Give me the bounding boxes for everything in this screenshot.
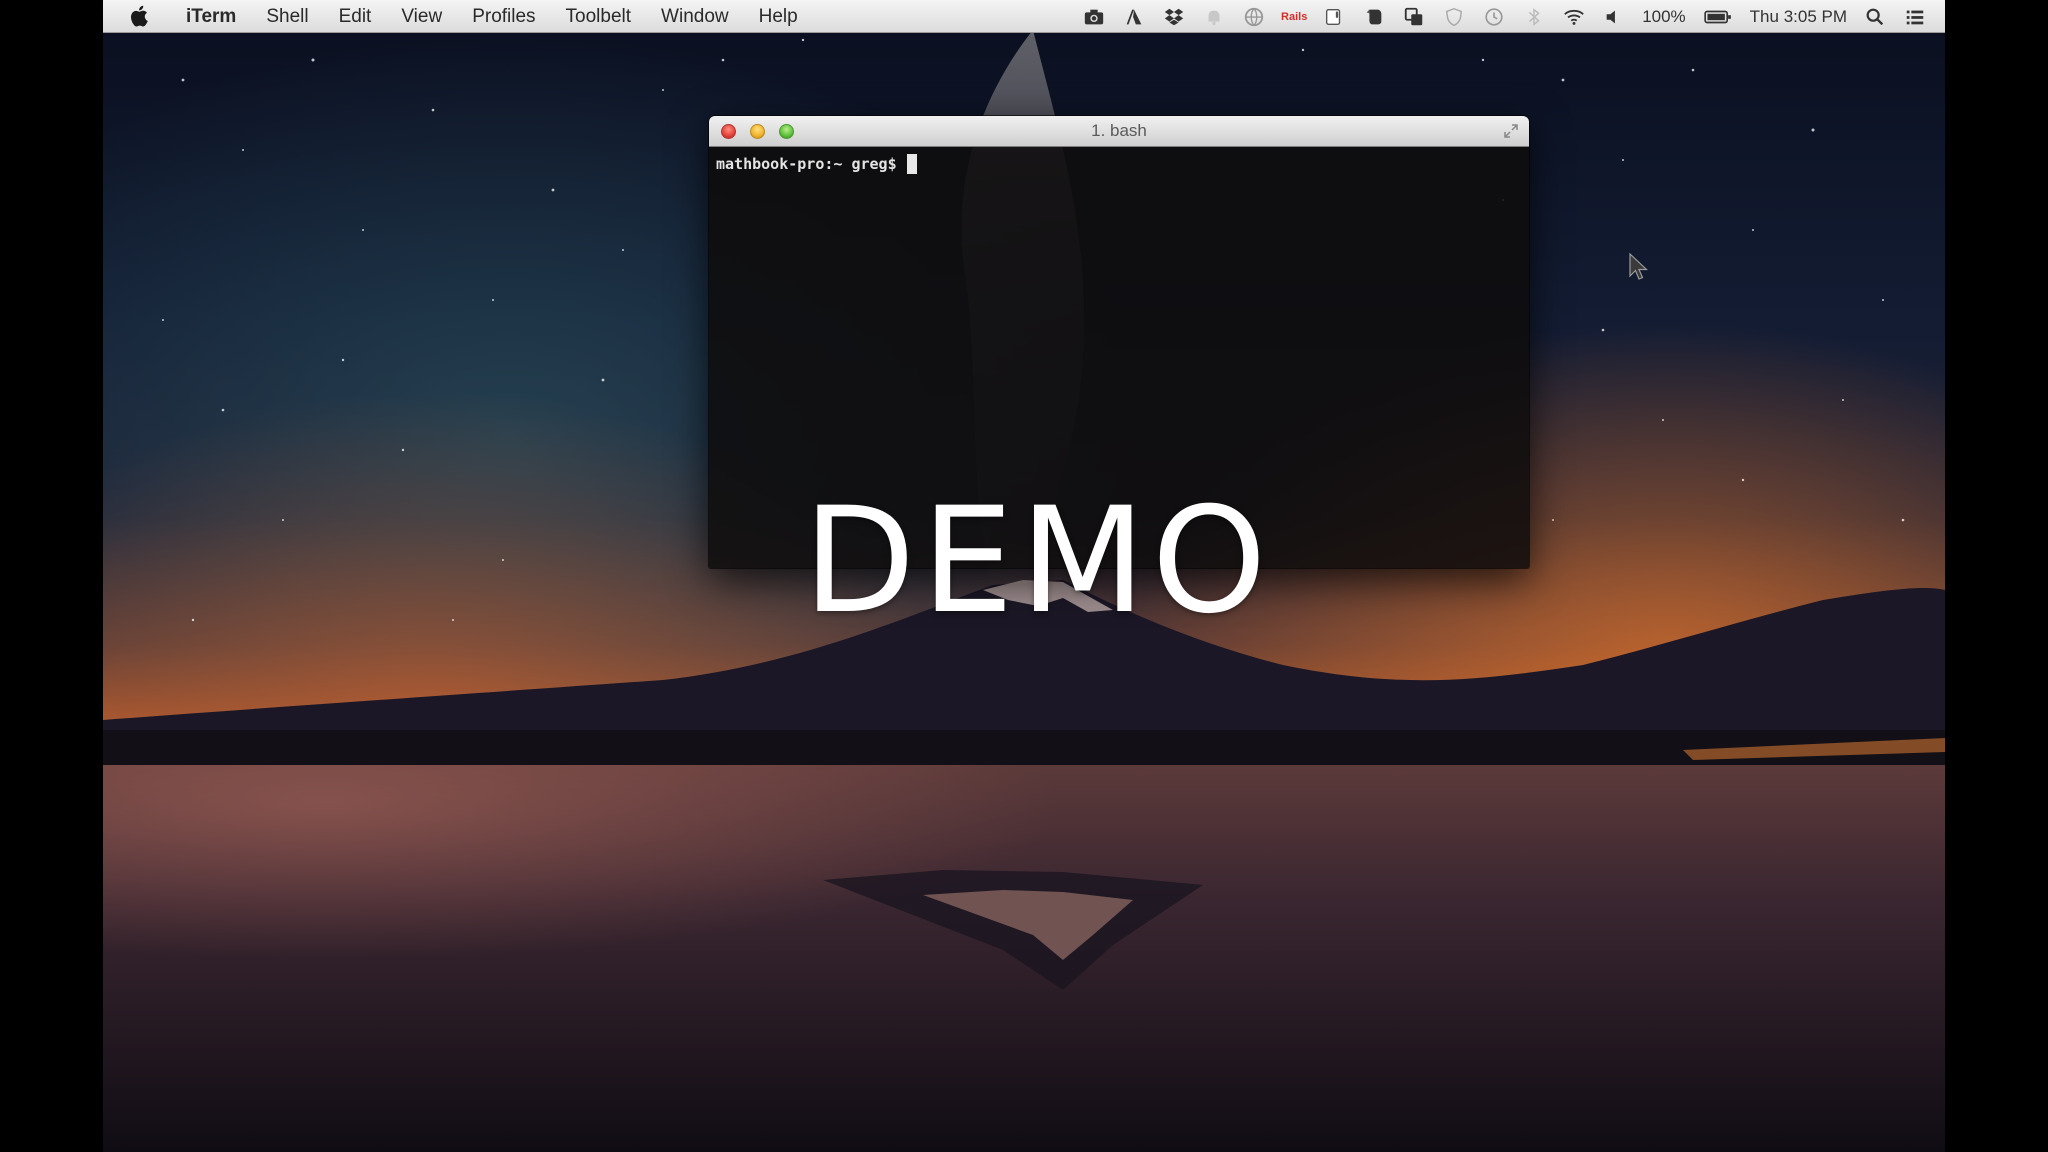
camera-icon[interactable] <box>1082 5 1106 29</box>
battery-percent[interactable]: 100% <box>1642 7 1685 27</box>
mouse-pointer-icon <box>1629 252 1649 280</box>
shell-prompt: mathbook-pro:~ greg$ <box>716 154 917 174</box>
clock[interactable]: Thu 3:05 PM <box>1750 7 1847 27</box>
menu-window[interactable]: Window <box>646 0 744 33</box>
wifi-icon[interactable] <box>1562 5 1586 29</box>
menu-help[interactable]: Help <box>744 0 813 33</box>
evernote-icon[interactable] <box>1362 5 1386 29</box>
menu-edit[interactable]: Edit <box>324 0 387 33</box>
adobe-icon[interactable] <box>1122 5 1146 29</box>
search-icon[interactable] <box>1863 5 1887 29</box>
desktop: iTerm Shell Edit View Profiles Toolbelt … <box>103 0 1945 1152</box>
copy-icon[interactable] <box>1402 5 1426 29</box>
terminal-title-bar[interactable]: 1. bash <box>709 116 1529 147</box>
menu-toolbelt[interactable]: Toolbelt <box>551 0 647 33</box>
globe-icon[interactable] <box>1242 5 1266 29</box>
prompt-text: mathbook-pro:~ greg$ <box>716 155 897 173</box>
bell-icon[interactable] <box>1202 5 1226 29</box>
volume-icon[interactable] <box>1602 5 1626 29</box>
menu-shell[interactable]: Shell <box>251 0 323 33</box>
list-icon[interactable] <box>1903 5 1927 29</box>
status-menus: Rails 100% Thu 3:05 PM <box>1082 0 1927 33</box>
menu-bar: iTerm Shell Edit View Profiles Toolbelt … <box>103 0 1945 33</box>
terminal-title: 1. bash <box>1091 121 1147 140</box>
apple-menu-icon[interactable] <box>127 3 153 29</box>
menu-app-name[interactable]: iTerm <box>171 0 251 33</box>
time-machine-icon[interactable] <box>1482 5 1506 29</box>
battery-icon[interactable] <box>1702 5 1734 29</box>
scrollbar-icon[interactable] <box>1322 5 1346 29</box>
shield-icon[interactable] <box>1442 5 1466 29</box>
menu-view[interactable]: View <box>386 0 457 33</box>
demo-overlay-label: DEMO <box>803 476 1273 646</box>
bluetooth-icon[interactable] <box>1522 5 1546 29</box>
menu-profiles[interactable]: Profiles <box>457 0 550 33</box>
rails-icon[interactable]: Rails <box>1281 5 1307 29</box>
fullscreen-icon[interactable] <box>1503 123 1519 139</box>
dropbox-icon[interactable] <box>1162 5 1186 29</box>
text-cursor <box>906 154 917 174</box>
